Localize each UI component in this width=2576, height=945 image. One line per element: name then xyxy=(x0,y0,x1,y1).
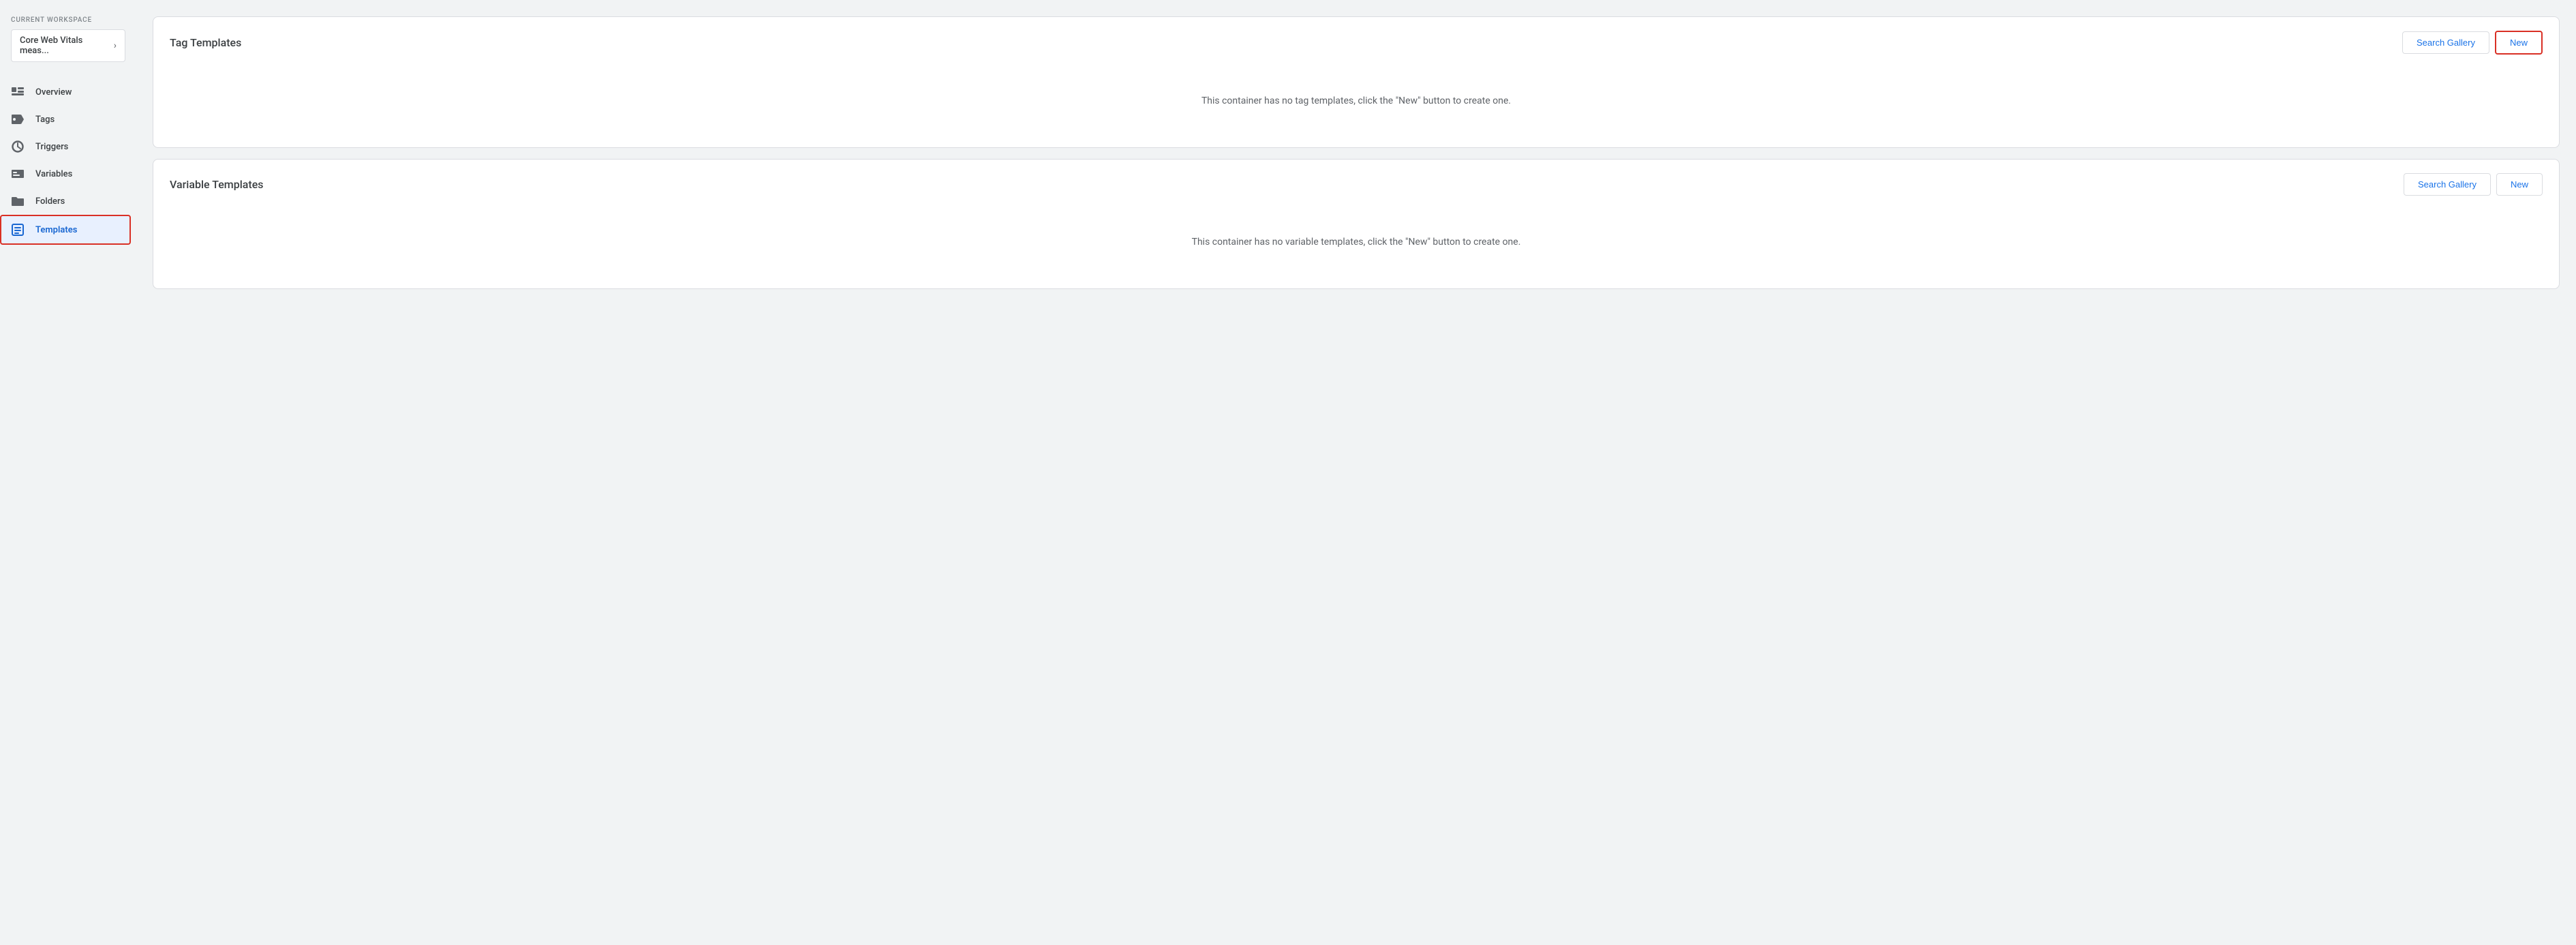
sidebar-item-variables[interactable]: Variables xyxy=(0,160,131,188)
workspace-section: CURRENT WORKSPACE Core Web Vitals meas..… xyxy=(0,11,136,73)
templates-icon xyxy=(11,223,25,237)
variable-templates-header: Variable Templates Search Gallery New xyxy=(170,173,2543,196)
sidebar-nav: Overview Tags Triggers xyxy=(0,78,136,245)
variable-templates-title: Variable Templates xyxy=(170,178,264,191)
sidebar: CURRENT WORKSPACE Core Web Vitals meas..… xyxy=(0,0,136,945)
sidebar-item-variables-label: Variables xyxy=(35,169,72,179)
variable-search-gallery-button[interactable]: Search Gallery xyxy=(2404,173,2491,196)
variable-templates-card: Variable Templates Search Gallery New Th… xyxy=(153,159,2560,289)
tag-search-gallery-button[interactable]: Search Gallery xyxy=(2402,31,2489,54)
folders-icon xyxy=(11,194,25,208)
workspace-name: Core Web Vitals meas... xyxy=(20,35,114,56)
tag-templates-header: Tag Templates Search Gallery New xyxy=(170,31,2543,55)
tag-templates-empty-message: This container has no tag templates, cli… xyxy=(170,55,2543,134)
tag-templates-title: Tag Templates xyxy=(170,36,241,49)
chevron-right-icon: › xyxy=(114,40,117,51)
variable-templates-actions: Search Gallery New xyxy=(2404,173,2543,196)
sidebar-item-overview[interactable]: Overview xyxy=(0,78,131,106)
sidebar-item-folders-label: Folders xyxy=(35,196,65,207)
variables-icon xyxy=(11,167,25,181)
tags-icon xyxy=(11,112,25,126)
overview-icon xyxy=(11,85,25,99)
tag-templates-actions: Search Gallery New xyxy=(2402,31,2543,55)
sidebar-item-triggers-label: Triggers xyxy=(35,142,68,152)
sidebar-item-tags[interactable]: Tags xyxy=(0,106,131,133)
triggers-icon xyxy=(11,140,25,153)
sidebar-item-overview-label: Overview xyxy=(35,87,72,97)
sidebar-item-triggers[interactable]: Triggers xyxy=(0,133,131,160)
tag-new-button[interactable]: New xyxy=(2495,31,2543,55)
workspace-label: CURRENT WORKSPACE xyxy=(11,16,125,24)
variable-templates-empty-message: This container has no variable templates… xyxy=(170,196,2543,275)
sidebar-item-templates[interactable]: Templates xyxy=(0,215,131,245)
main-content: Tag Templates Search Gallery New This co… xyxy=(136,0,2576,945)
sidebar-item-tags-label: Tags xyxy=(35,115,55,125)
workspace-selector[interactable]: Core Web Vitals meas... › xyxy=(11,29,125,62)
sidebar-item-templates-label: Templates xyxy=(35,225,77,235)
sidebar-item-folders[interactable]: Folders xyxy=(0,188,131,215)
variable-new-button[interactable]: New xyxy=(2496,173,2543,196)
tag-templates-card: Tag Templates Search Gallery New This co… xyxy=(153,16,2560,148)
